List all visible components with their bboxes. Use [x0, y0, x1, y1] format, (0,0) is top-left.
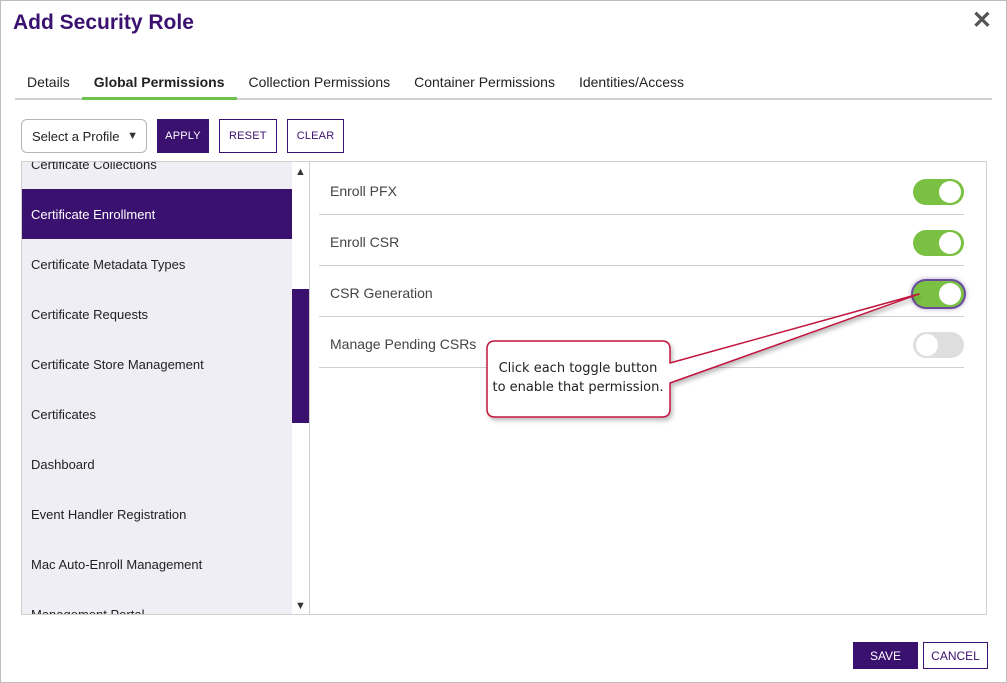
manage-pending-csrs-toggle[interactable]: [913, 332, 964, 358]
tab-container-permissions[interactable]: Container Permissions: [402, 67, 567, 100]
permission-label: Manage Pending CSRs: [330, 336, 477, 352]
category-item-certificate-enrollment[interactable]: Certificate Enrollment: [22, 189, 292, 239]
callout-text: Click each toggle button to enable that …: [488, 359, 668, 397]
category-item-certificate-requests[interactable]: Certificate Requests: [22, 289, 292, 339]
add-security-role-dialog: Add Security Role ✕ Details Global Permi…: [0, 0, 1007, 683]
toggle-knob: [939, 181, 961, 203]
category-item-mac-auto-enroll-management[interactable]: Mac Auto-Enroll Management: [22, 539, 292, 589]
dialog-title: Add Security Role: [13, 11, 194, 34]
callout-line-1: Click each toggle button: [498, 361, 658, 376]
enroll-pfx-toggle[interactable]: [913, 179, 964, 205]
scrollbar-thumb[interactable]: [292, 289, 309, 423]
save-button[interactable]: SAVE: [853, 642, 918, 669]
toggle-knob: [939, 283, 961, 305]
permission-label: CSR Generation: [330, 285, 433, 301]
permission-label: Enroll PFX: [330, 183, 397, 199]
tab-collection-permissions[interactable]: Collection Permissions: [237, 67, 403, 100]
category-list: Certificate Collections Certificate Enro…: [22, 162, 292, 614]
profile-toolbar: Select a Profile ▼ APPLY RESET CLEAR: [21, 119, 354, 153]
permission-row-csr-generation: CSR Generation: [319, 266, 964, 317]
panel-divider: [309, 162, 310, 614]
apply-button[interactable]: APPLY: [157, 119, 209, 153]
category-item-dashboard[interactable]: Dashboard: [22, 439, 292, 489]
toggle-knob: [939, 232, 961, 254]
tab-global-permissions[interactable]: Global Permissions: [81, 67, 237, 100]
cancel-button[interactable]: CANCEL: [923, 642, 988, 669]
permission-row-enroll-csr: Enroll CSR: [319, 215, 964, 266]
category-scrollbar[interactable]: ▲ ▼: [292, 162, 309, 614]
category-item-certificate-metadata-types[interactable]: Certificate Metadata Types: [22, 239, 292, 289]
clear-button[interactable]: CLEAR: [286, 119, 345, 153]
tab-identities-access[interactable]: Identities/Access: [567, 67, 696, 100]
permission-label: Enroll CSR: [330, 234, 400, 250]
category-item-certificate-collections[interactable]: Certificate Collections: [22, 162, 292, 189]
chevron-up-icon[interactable]: ▲: [292, 164, 309, 180]
callout-line-2: to enable that permission.: [492, 380, 664, 395]
enroll-csr-toggle[interactable]: [913, 230, 964, 256]
csr-generation-toggle[interactable]: [913, 281, 964, 307]
profile-select[interactable]: Select a Profile ▼: [21, 119, 147, 153]
category-item-certificates[interactable]: Certificates: [22, 389, 292, 439]
tab-details[interactable]: Details: [15, 67, 82, 100]
reset-button[interactable]: RESET: [219, 119, 277, 153]
category-item-event-handler-registration[interactable]: Event Handler Registration: [22, 489, 292, 539]
profile-select-value: Select a Profile: [32, 128, 120, 144]
close-icon[interactable]: ✕: [972, 7, 992, 35]
tab-bar: Details Global Permissions Collection Pe…: [15, 67, 992, 100]
category-item-certificate-store-management[interactable]: Certificate Store Management: [22, 339, 292, 389]
toggle-knob: [916, 334, 938, 356]
chevron-down-icon[interactable]: ▼: [292, 598, 309, 614]
category-item-management-portal[interactable]: Management Portal: [22, 589, 292, 615]
chevron-down-icon: ▼: [127, 130, 138, 142]
permission-row-enroll-pfx: Enroll PFX: [319, 164, 964, 215]
